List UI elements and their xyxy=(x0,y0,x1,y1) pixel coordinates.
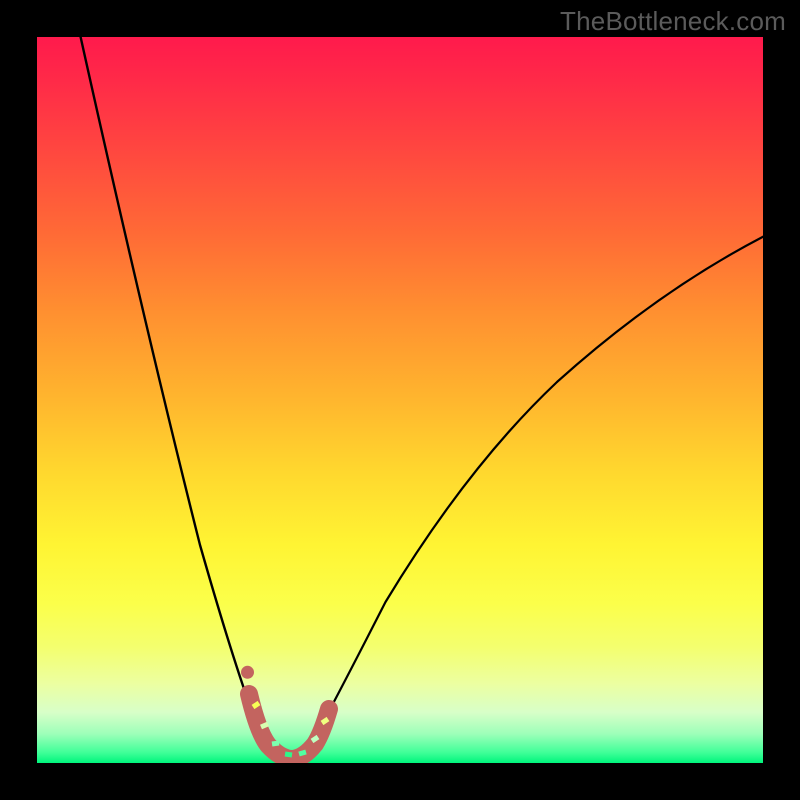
curve-right-branch xyxy=(313,237,763,742)
plot-area xyxy=(37,37,763,763)
curve-left-branch xyxy=(81,37,266,741)
highlight-extra-dot xyxy=(241,666,254,679)
chart-frame: TheBottleneck.com xyxy=(0,0,800,800)
watermark-text: TheBottleneck.com xyxy=(560,6,786,37)
chart-svg xyxy=(37,37,763,763)
